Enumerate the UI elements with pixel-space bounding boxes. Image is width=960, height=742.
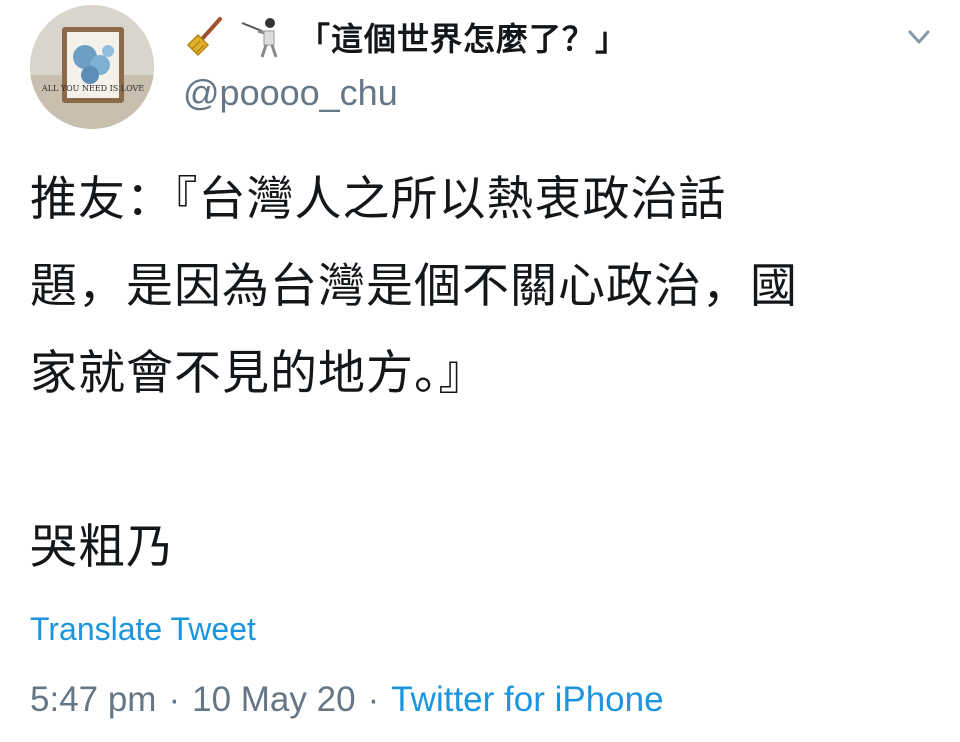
tweet-meta: 5:47 pm · 10 May 20 · Twitter for iPhone — [30, 680, 664, 720]
meta-separator: · — [367, 680, 380, 719]
author-display-name: 「這個世界怎麼了？」 — [298, 20, 629, 58]
chevron-down-icon[interactable] — [902, 22, 936, 52]
tweet-card: ALL YOU NEED IS LOVE 「這個世界怎麼了？」 @poooo_c… — [0, 0, 960, 742]
tweet-text-line: 哭粗乃 — [30, 520, 174, 575]
tweet-text-line: 題，是因為台灣是個不關心政治，國 — [30, 259, 798, 314]
avatar-image: ALL YOU NEED IS LOVE — [30, 5, 154, 129]
tweet-text-line: 推友：『台灣人之所以熱衷政治話 — [30, 172, 727, 227]
tweet-date[interactable]: 10 May 20 — [192, 680, 355, 720]
avatar[interactable]: ALL YOU NEED IS LOVE — [30, 5, 154, 129]
broom-icon — [182, 15, 230, 59]
tweet-text-line: 家就會不見的地方。』 — [30, 346, 487, 401]
tweet-text: 推友：『台灣人之所以熱衷政治話 題，是因為台灣是個不關心政治，國 家就會不見的地… — [30, 156, 935, 591]
tweet-source-link[interactable]: Twitter for iPhone — [391, 680, 663, 720]
avatar-text: ALL YOU NEED IS LOVE — [41, 84, 144, 93]
translate-tweet-link[interactable]: Translate Tweet — [30, 611, 256, 648]
tweet-time[interactable]: 5:47 pm — [30, 680, 156, 720]
meta-separator: · — [168, 680, 181, 719]
author-handle[interactable]: @poooo_chu — [183, 72, 398, 114]
person-fencing-icon — [240, 15, 288, 59]
author-name-row[interactable]: 「這個世界怎麼了？」 — [182, 12, 628, 62]
